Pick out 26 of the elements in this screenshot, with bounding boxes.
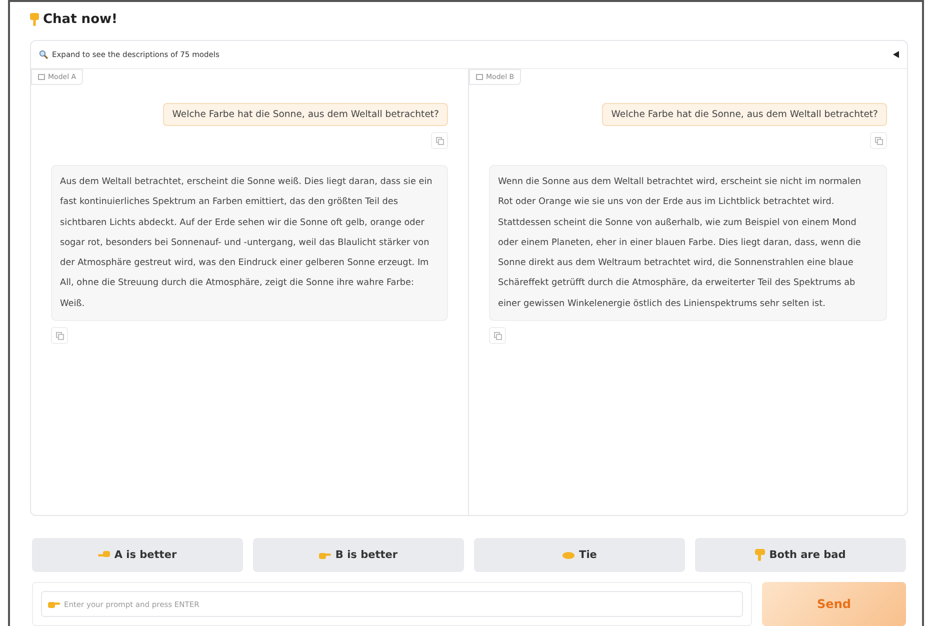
copy-button[interactable] (489, 327, 506, 344)
user-message: Welche Farbe hat die Sonne, aus dem Weltall betrachtet? (602, 103, 887, 126)
pointing-left-hand-icon (98, 550, 110, 560)
chat-icon (476, 74, 483, 80)
copy-button[interactable] (431, 132, 448, 149)
page-title: Chat now! (43, 12, 118, 26)
thumbs-down-icon (755, 549, 766, 561)
chat-icon (38, 74, 45, 80)
vote-button[interactable]: A is better (32, 538, 243, 572)
pointing-down-hand-icon (30, 12, 39, 26)
copy-icon (436, 136, 444, 144)
copy-button[interactable] (870, 132, 887, 149)
vote-button[interactable]: Both are bad (695, 538, 906, 572)
bot-message: Aus dem Weltall betrachtet, erscheint die Sonne weiß. Dies liegt daran, dass sie ein fast kontinuierliches Spektrum an Farben emittiert, das den größten Teil des sichtbaren Lichts abdeckt. Auf der Erde sehen wir die Sonne oft gelb, orange oder sogar rot, besonders bei Sonnenauf- und -untergang, weil das Blaulicht stärker von der Atmosphäre gestreut wird, was den Eindruck einer gelberen Sonne erzeugt. Im All, ohne die Streuung durch die Atmosphäre, zeigt die Sonne ihre wahre Farbe: Weiß. (51, 165, 448, 322)
copy-icon (494, 332, 502, 340)
copy-button[interactable] (51, 327, 68, 344)
bot-message: Wenn die Sonne aus dem Weltall betrachtet wird, erscheint sie nicht im normalen Rot oder Orange wie sie uns von der Erde aus im Lichtblick betrachtet wird. Stattdessen scheint die Sonne von außerhalb, wie zum Beispiel von einem Mond oder einem Planeten, eher in einer blauen Farbe. Dies liegt daran, dass, wenn die Sonne direkt aus dem Weltraum betrachtet wird, die Sonnenstrahlen eine blaue Schäreffekt getrüfft durch die Atmosphäre, da erweiterter Teil des Spektrums ab einer gewissen Winkelenergie östlich des Linienspektrums sehr selten ist. (489, 165, 887, 322)
copy-icon (56, 332, 64, 340)
pointing-right-hand-icon (319, 550, 332, 560)
search-icon (39, 50, 48, 59)
vote-button[interactable]: Tie (474, 538, 685, 572)
collapse-caret-icon (893, 51, 899, 58)
copy-icon (874, 136, 882, 144)
pointing-right-hand-icon (48, 599, 60, 609)
user-message: Welche Farbe hat die Sonne, aus dem Weltall betrachtet? (163, 103, 448, 126)
vote-button[interactable]: B is better (253, 538, 464, 572)
